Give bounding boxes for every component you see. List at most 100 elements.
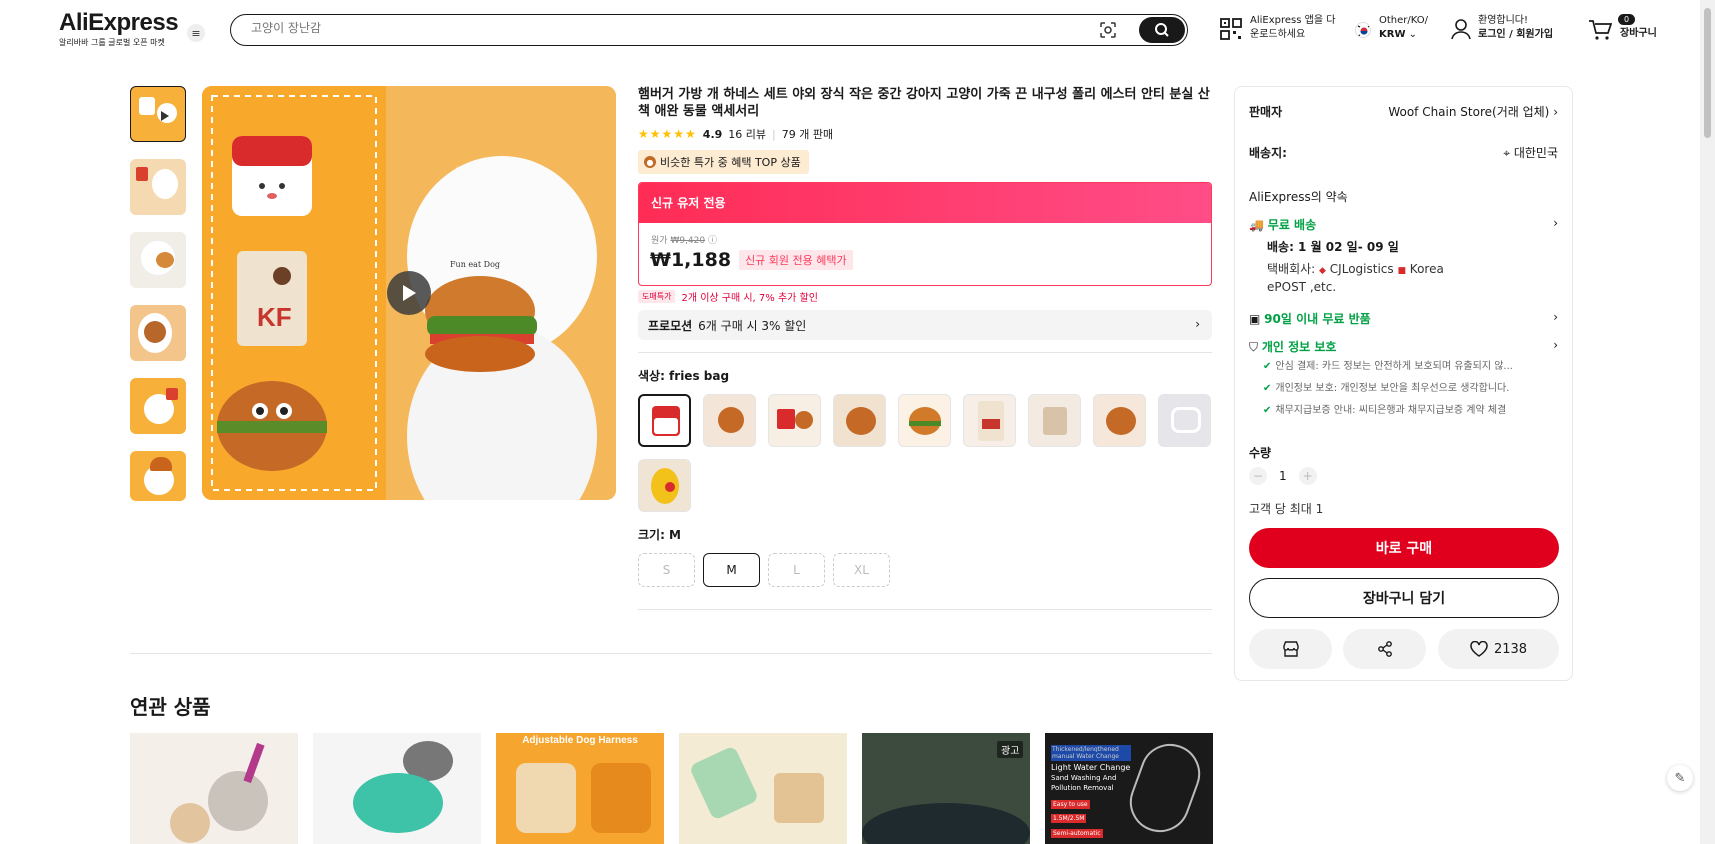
add-to-cart-button[interactable]: 장바구니 담기 bbox=[1249, 578, 1559, 618]
heart-icon bbox=[1470, 641, 1488, 657]
courier-label: 택배회사: bbox=[1267, 262, 1316, 276]
app-line2: 운로드하세요 bbox=[1250, 29, 1306, 40]
qr-code-icon bbox=[1220, 18, 1242, 40]
search-button[interactable] bbox=[1139, 17, 1185, 43]
swatch-7[interactable] bbox=[1028, 394, 1081, 447]
check-icon: ✔ bbox=[1263, 361, 1272, 372]
related-product-4[interactable] bbox=[679, 733, 847, 844]
store-button[interactable] bbox=[1249, 629, 1332, 669]
main-product-image[interactable]: KF Fun eat Dog bbox=[202, 86, 616, 500]
promotion-label: 프로모션 bbox=[648, 318, 693, 333]
related-product-6[interactable]: Thickened/lengthened manual Water Change… bbox=[1045, 733, 1213, 844]
buy-now-button[interactable]: 바로 구매 bbox=[1249, 528, 1559, 568]
qty-increase-button[interactable]: + bbox=[1298, 467, 1317, 485]
share-icon bbox=[1377, 641, 1392, 657]
privacy-label: 개인 정보 보호 bbox=[1261, 340, 1337, 354]
sold-count: 79 개 판매 bbox=[781, 128, 834, 141]
cart-icon bbox=[1588, 19, 1613, 41]
related-6-line3: Light Water Change bbox=[1051, 763, 1131, 772]
image-search-icon[interactable] bbox=[1098, 20, 1118, 40]
swatch-8[interactable] bbox=[1093, 394, 1146, 447]
related-product-3[interactable]: Adjustable Dog Harness bbox=[496, 733, 664, 844]
thumbnail-5[interactable] bbox=[130, 378, 186, 434]
seller-label: 판매자 bbox=[1249, 105, 1283, 119]
thumbnail-3[interactable] bbox=[130, 232, 186, 288]
courier-korea: Korea bbox=[1409, 262, 1444, 276]
related-product-5[interactable]: 광고 bbox=[862, 733, 1030, 844]
review-count[interactable]: 16 리뷰 bbox=[728, 126, 766, 142]
section-divider bbox=[130, 653, 1212, 654]
promise-title: AliExpress의 약속 bbox=[1249, 190, 1348, 204]
related-6-line8: Semi-automatic bbox=[1051, 829, 1103, 838]
related-product-2[interactable] bbox=[313, 733, 481, 844]
cart-label: 장바구니 bbox=[1620, 28, 1657, 39]
store-icon bbox=[1282, 641, 1299, 657]
qty-decrease-button[interactable]: − bbox=[1249, 467, 1267, 485]
product-title: 햄버거 가방 개 하네스 세트 야외 장식 작은 중간 강아지 고양이 가죽 끈… bbox=[638, 87, 1210, 119]
privacy-row[interactable]: ⛉ 개인 정보 보호 › bbox=[1249, 338, 1558, 355]
page-scrollbar[interactable] bbox=[1700, 0, 1715, 844]
swatch-4[interactable] bbox=[833, 394, 886, 447]
share-button[interactable] bbox=[1343, 629, 1426, 669]
scrollbar-thumb[interactable] bbox=[1704, 8, 1711, 138]
swatch-3[interactable] bbox=[768, 394, 821, 447]
play-icon bbox=[403, 285, 416, 301]
thumbnail-2[interactable] bbox=[130, 159, 186, 215]
rating-value: 4.9 bbox=[702, 127, 723, 141]
price-box: 신규 유저 전용 원가 ₩9,420 ⓘ ₩1,188 신규 회원 전용 혜택가 bbox=[638, 182, 1212, 286]
thumbnail-video[interactable] bbox=[130, 86, 186, 142]
size-xl[interactable]: XL bbox=[833, 553, 890, 587]
chevron-down-icon: ⌄ bbox=[1408, 29, 1418, 40]
seller-row[interactable]: 판매자 Woof Chain Store(거래 업체) › bbox=[1249, 103, 1558, 120]
free-shipping-row[interactable]: 🚚 무료 배송 › bbox=[1249, 216, 1558, 233]
related-6-line4: Sand Washing And bbox=[1051, 774, 1117, 782]
search-input[interactable] bbox=[251, 21, 1051, 35]
check-icon: ✔ bbox=[1263, 383, 1272, 394]
feedback-edit-icon[interactable]: ✎ bbox=[1667, 765, 1693, 791]
location-pin-icon: ⌖ bbox=[1503, 146, 1510, 160]
cj-logo-icon: ◆ bbox=[1319, 266, 1326, 276]
swatch-9[interactable] bbox=[1158, 394, 1211, 447]
play-video-button[interactable] bbox=[387, 271, 431, 315]
size-s[interactable]: S bbox=[638, 553, 695, 587]
wishlist-button[interactable]: 2138 bbox=[1438, 629, 1559, 669]
category-menu-icon[interactable]: ≡ bbox=[187, 24, 205, 42]
size-m[interactable]: M bbox=[703, 553, 760, 587]
courier-epost: ePOST ,etc. bbox=[1267, 280, 1337, 294]
promotion-row[interactable]: 프로모션 6개 구매 시 3% 할인 › bbox=[638, 310, 1212, 340]
free-return-row[interactable]: ▣ 90일 이내 무료 반품 › bbox=[1249, 310, 1558, 327]
swatch-6[interactable] bbox=[963, 394, 1016, 447]
top-deal-badge: ● 비슷한 특가 중 혜택 TOP 상품 bbox=[638, 150, 809, 174]
related-product-1[interactable] bbox=[130, 733, 298, 844]
swatch-5[interactable] bbox=[898, 394, 951, 447]
logo-text: AliExpress bbox=[59, 9, 179, 36]
thumbnail-6[interactable] bbox=[130, 451, 186, 501]
chevron-right-icon: › bbox=[1553, 338, 1558, 352]
related-6-line2: manual Water Change bbox=[1051, 752, 1131, 761]
qty-value[interactable]: 1 bbox=[1279, 469, 1287, 483]
related-products-title: 연관 상품 bbox=[130, 695, 211, 719]
qty-label: 수량 bbox=[1249, 446, 1272, 460]
swatch-10[interactable] bbox=[638, 459, 691, 512]
ship-country: 대한민국 bbox=[1513, 146, 1558, 160]
login-signup-link[interactable]: 로그인 / 회원가입 bbox=[1478, 29, 1553, 40]
welcome-text: 환영합니다! bbox=[1478, 15, 1529, 26]
ad-badge: 광고 bbox=[997, 741, 1024, 758]
ship-label: 배송지: bbox=[1249, 146, 1287, 160]
swatch-2[interactable] bbox=[703, 394, 756, 447]
swatch-fries-bag[interactable] bbox=[638, 394, 691, 447]
currency-label: KRW bbox=[1379, 29, 1406, 40]
search-bar bbox=[230, 14, 1188, 46]
info-icon[interactable]: ⓘ bbox=[708, 236, 717, 246]
shipping-destination-row[interactable]: 배송지: ⌖ 대한민국 bbox=[1249, 144, 1558, 161]
aliexpress-logo[interactable]: AliExpress 알리바바 그룹 글로벌 오픈 마켓 bbox=[59, 9, 179, 48]
check-2: 개인정보 보호: 개인정보 보안을 최우선으로 생각합니다. bbox=[1275, 383, 1510, 394]
thumbnail-4[interactable] bbox=[130, 305, 186, 361]
size-l[interactable]: L bbox=[768, 553, 825, 587]
epost-logo-icon: ■ bbox=[1397, 266, 1406, 276]
check-icon: ✔ bbox=[1263, 405, 1272, 416]
shield-icon: ⛉ bbox=[1249, 340, 1259, 354]
chevron-right-icon: › bbox=[1553, 105, 1558, 119]
check-1: 안심 결제: 카드 정보는 안전하게 보호되며 유출되지 않... bbox=[1275, 361, 1513, 372]
new-user-banner: 신규 유저 전용 bbox=[639, 183, 1211, 223]
